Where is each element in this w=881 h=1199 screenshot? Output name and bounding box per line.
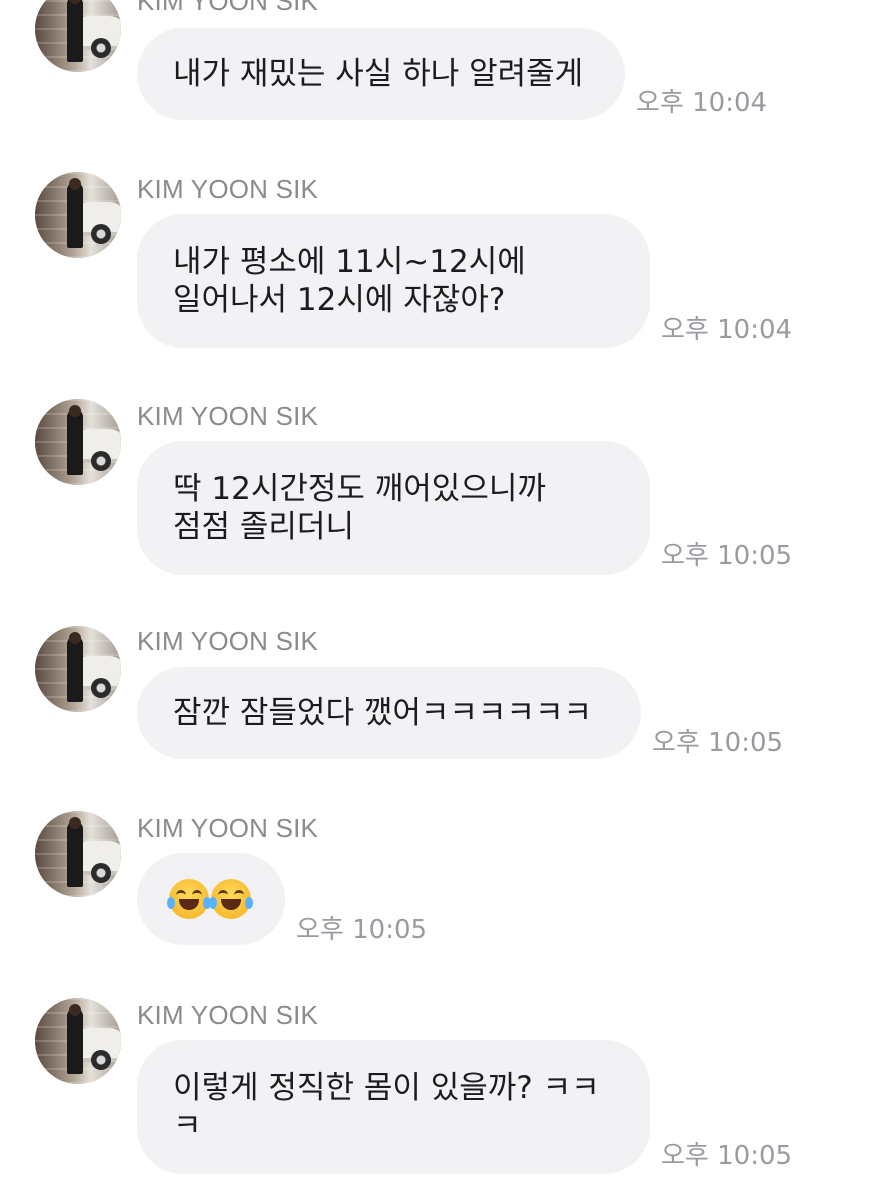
avatar[interactable] [35, 172, 121, 258]
message-time: 오후 10:05 [652, 728, 784, 758]
message-text: 이렇게 정직한 몸이 있을까? ㅋㅋ [173, 1070, 600, 1106]
message-time: 오후 10:05 [661, 1141, 793, 1171]
message-bubble[interactable]: 잠깐 잠들었다 깼어ㅋㅋㅋㅋㅋㅋ [137, 667, 641, 759]
tears-of-joy-icon [209, 879, 253, 919]
sender-name: KIM YOON SIK [137, 1000, 319, 1030]
sender-name: KIM YOON SIK [137, 626, 319, 656]
avatar[interactable] [35, 626, 121, 712]
avatar[interactable] [35, 998, 121, 1084]
message-time: 오후 10:05 [661, 541, 793, 571]
message-text: 잠깐 잠들었다 깼어ㅋㅋㅋㅋㅋㅋ [173, 695, 592, 731]
sender-name: KIM YOON SIK [137, 174, 319, 204]
message-text: 딱 12시간정도 깨어있으니까 [173, 471, 546, 507]
message-time: 오후 10:05 [296, 915, 428, 945]
message-bubble[interactable]: 내가 평소에 11시~12시에 일어나서 12시에 자잖아? [137, 214, 650, 348]
message-text: 내가 재밌는 사실 하나 알려줄게 [173, 56, 584, 92]
message-bubble[interactable]: 이렇게 정직한 몸이 있을까? ㅋㅋ ㅋ [137, 1040, 650, 1174]
message-bubble[interactable] [137, 853, 285, 945]
sender-name: KIM YOON SIK [137, 401, 319, 431]
tears-of-joy-icon [167, 879, 211, 919]
message-time: 오후 10:04 [661, 315, 793, 345]
avatar[interactable] [35, 0, 121, 72]
message-text: ㅋ [173, 1108, 202, 1144]
message-text: 내가 평소에 11시~12시에 [173, 244, 526, 280]
message-bubble[interactable]: 딱 12시간정도 깨어있으니까 점점 졸리더니 [137, 441, 650, 575]
message-text: 점점 졸리더니 [173, 509, 354, 545]
sender-name: KIM YOON SIK [137, 813, 319, 843]
message-text: 일어나서 12시에 자잖아? [173, 282, 506, 318]
sender-name: KIM YOON SIK [137, 0, 319, 16]
message-time: 오후 10:04 [636, 88, 768, 118]
avatar[interactable] [35, 399, 121, 485]
message-bubble[interactable]: 내가 재밌는 사실 하나 알려줄게 [137, 28, 625, 120]
chat-thread: KIM YOON SIK 내가 재밌는 사실 하나 알려줄게 오후 10:04 … [0, 0, 881, 1199]
avatar[interactable] [35, 811, 121, 897]
